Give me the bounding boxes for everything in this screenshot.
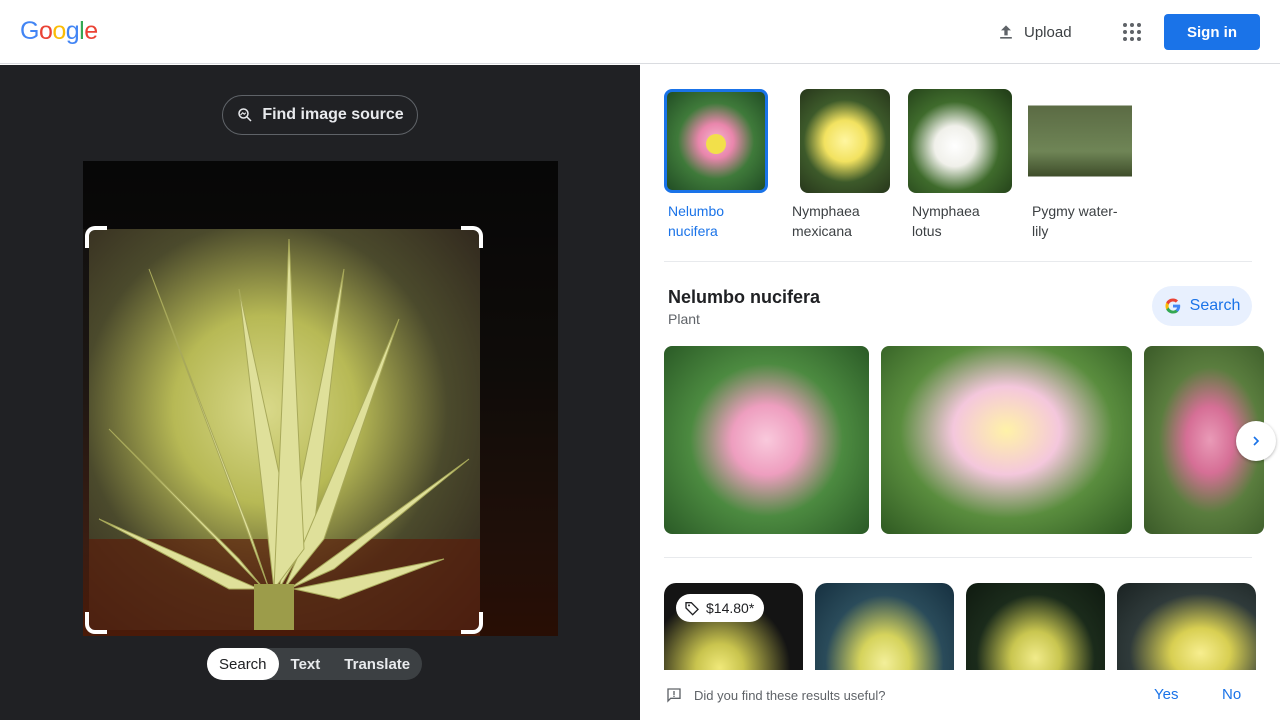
- chip-thumbnail: [800, 89, 890, 193]
- tab-search[interactable]: Search: [207, 648, 279, 680]
- tab-translate[interactable]: Translate: [332, 648, 422, 680]
- tab-text[interactable]: Text: [279, 648, 333, 680]
- google-g-icon: [1165, 298, 1180, 314]
- results-panel: Nelumbo nucifera Nymphaea mexicana Nymphae…: [640, 65, 1280, 720]
- crop-selection[interactable]: [89, 229, 480, 630]
- feedback-question: Did you find these results useful?: [694, 688, 886, 703]
- upload-icon: [1000, 25, 1012, 39]
- price-tag-icon: [685, 602, 699, 616]
- crop-handle-top-right[interactable]: [461, 226, 483, 248]
- chip-thumbnail: [664, 89, 768, 193]
- divider: [664, 261, 1252, 262]
- crop-handle-bottom-left[interactable]: [85, 612, 107, 634]
- lotus-thumb: [706, 134, 726, 154]
- top-header: Google Upload Sign in: [0, 0, 1280, 64]
- feedback-bar: Did you find these results useful? Yes N…: [640, 670, 1280, 720]
- chip-label: Nymphaea mexicana: [792, 203, 860, 239]
- crop-handle-bottom-right[interactable]: [461, 612, 483, 634]
- visual-match-result[interactable]: $14.80*: [664, 583, 803, 683]
- upload-button[interactable]: Upload: [984, 14, 1084, 50]
- water-lily-photo: [89, 238, 480, 630]
- apps-grid-icon: [1123, 23, 1141, 41]
- google-logo[interactable]: Google: [20, 17, 98, 46]
- entity-image[interactable]: [664, 346, 869, 534]
- chip-label: Nelumbo nucifera: [668, 203, 725, 239]
- divider: [664, 557, 1252, 558]
- price-label: $14.80*: [706, 600, 755, 616]
- google-apps-button[interactable]: [1114, 14, 1150, 50]
- visual-match-result[interactable]: [815, 583, 954, 683]
- feedback-yes-button[interactable]: Yes: [1154, 686, 1178, 703]
- entity-search-label: Search: [1189, 297, 1241, 314]
- entity-image[interactable]: [881, 346, 1132, 534]
- query-image: [83, 161, 558, 636]
- entity-chip-nelumbo[interactable]: Nelumbo nucifera: [664, 89, 776, 241]
- find-image-source-button[interactable]: Find image source: [222, 95, 418, 135]
- price-badge: $14.80*: [676, 594, 765, 622]
- crop-dim-top: [83, 161, 480, 229]
- chip-label: Pygmy water-lily: [1032, 203, 1118, 239]
- feedback-icon: [667, 688, 681, 703]
- entity-search-button[interactable]: Search: [1152, 286, 1252, 326]
- feedback-no-button[interactable]: No: [1222, 686, 1241, 703]
- entity-subtitle: Plant: [668, 311, 700, 327]
- entity-title: Nelumbo nucifera: [668, 287, 821, 307]
- image-search-icon: [238, 108, 252, 122]
- chip-thumbnail: [908, 89, 1012, 193]
- chip-thumbnail: [1028, 89, 1132, 193]
- carousel-next-button[interactable]: [1236, 421, 1276, 461]
- sign-in-button[interactable]: Sign in: [1164, 14, 1260, 50]
- mode-tabs: Search Text Translate: [207, 648, 423, 680]
- query-image-panel: Find image source Search Text Translate: [0, 65, 640, 720]
- chevron-right-icon: [1253, 436, 1260, 446]
- entity-chip-nymphaea-lotus[interactable]: Nymphaea lotus: [908, 89, 1020, 241]
- crop-dim-right: [480, 161, 558, 636]
- crop-handle-top-left[interactable]: [85, 226, 107, 248]
- visual-match-result[interactable]: [1117, 583, 1256, 683]
- entity-chip-pygmy-water-lily[interactable]: Pygmy water-lily: [1028, 89, 1140, 241]
- upload-label: Upload: [1024, 23, 1072, 41]
- visual-match-result[interactable]: [966, 583, 1105, 683]
- entity-chip-nymphaea-mexicana[interactable]: Nymphaea mexicana: [788, 89, 900, 241]
- chip-label: Nymphaea lotus: [912, 203, 980, 239]
- find-source-label: Find image source: [262, 106, 404, 123]
